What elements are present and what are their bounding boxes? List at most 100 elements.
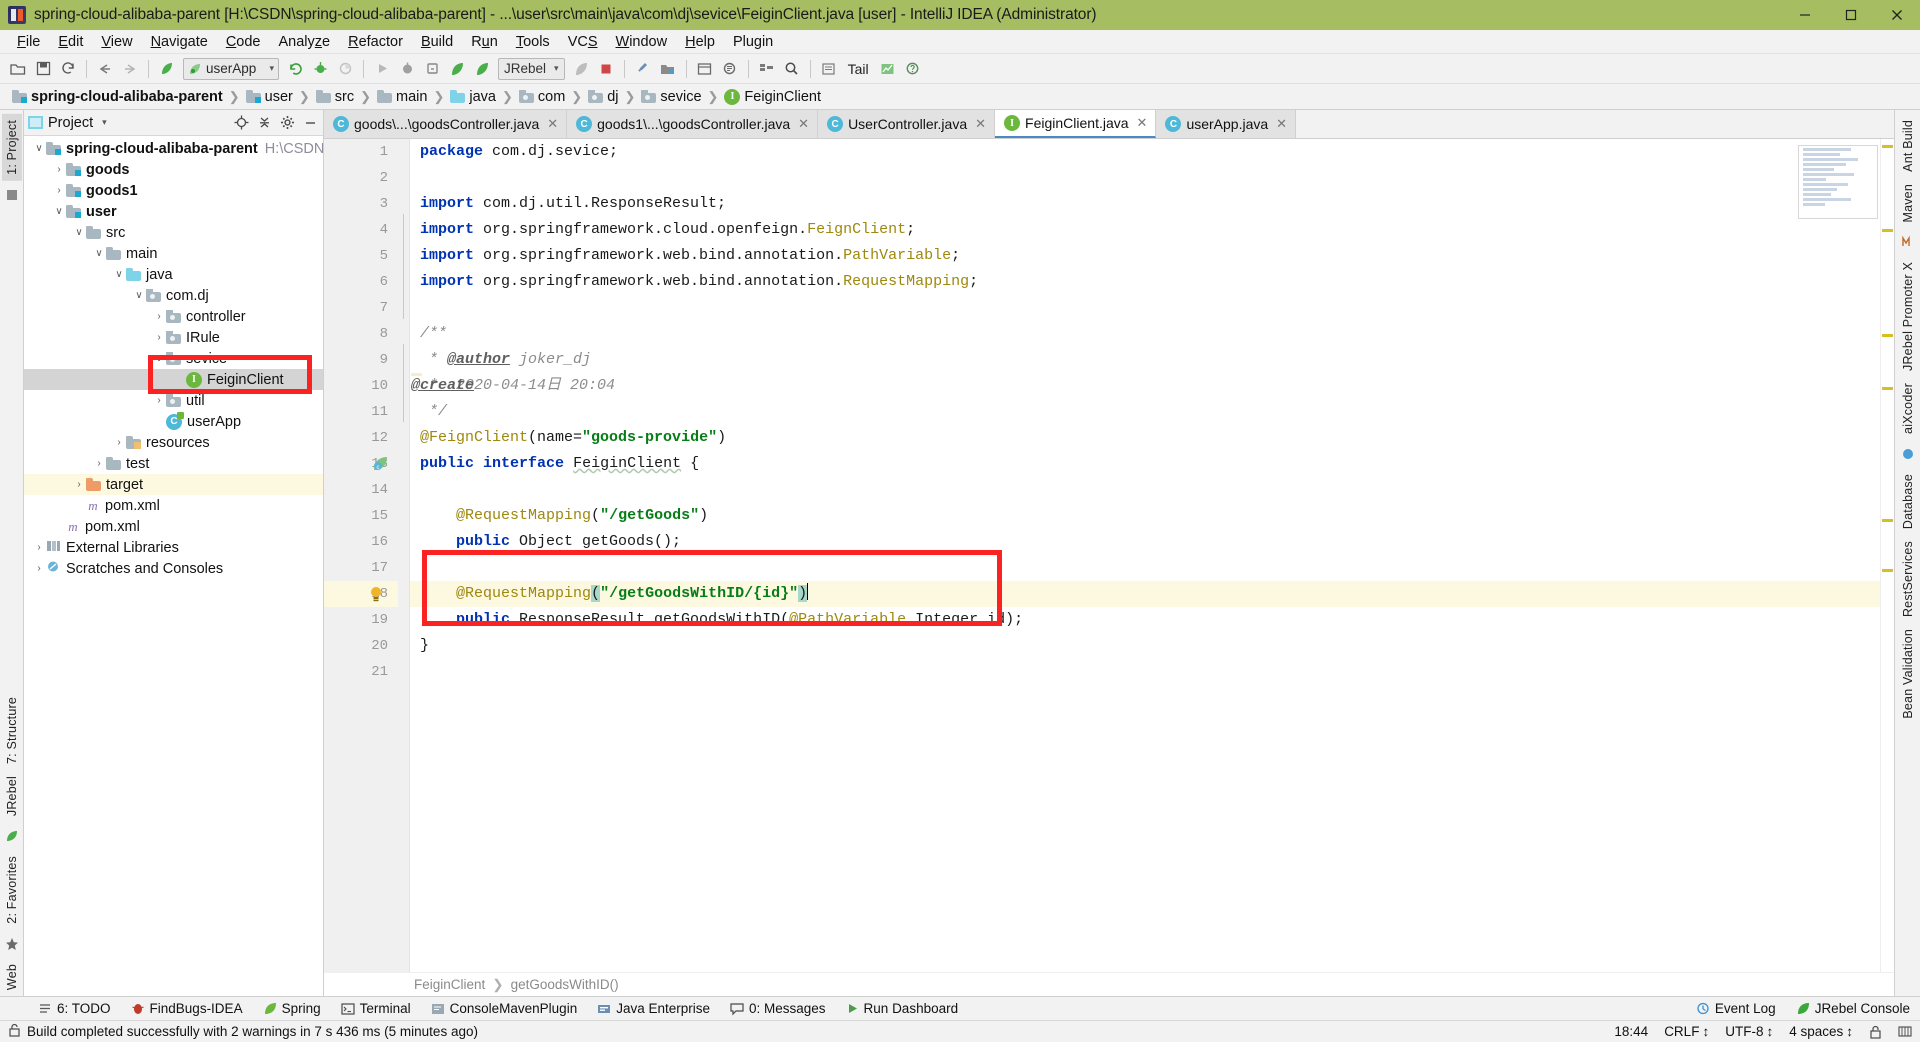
code-line-19[interactable]: public ResponseResult getGoodsWithID(@Pa… [410,607,1880,633]
tree-expand-arrow[interactable]: › [32,542,46,553]
gutter-line-9[interactable]: 9 [324,347,398,373]
menu-navigate[interactable]: Navigate [142,32,217,52]
code-line-18[interactable]: @RequestMapping("/getGoodsWithID/{id}") [410,581,1880,607]
tree-expand-arrow[interactable]: › [72,479,86,490]
commit-icon[interactable] [4,187,20,203]
gutter-line-14[interactable]: 14 [324,477,398,503]
marker-warning-2[interactable] [1882,229,1893,232]
sidebar-item-jrebel[interactable]: JRebel [2,770,22,822]
tree-expand-arrow[interactable]: › [32,563,46,574]
menu-tools[interactable]: Tools [507,32,559,52]
tree-node-java[interactable]: ∨ java [24,264,323,285]
breadcrumb-item-main[interactable]: main [373,88,431,106]
save-all-icon[interactable] [31,57,55,81]
debug-icon[interactable] [308,57,332,81]
breadcrumb-item-project[interactable]: spring-cloud-alibaba-parent [8,88,227,106]
tree-expand-arrow[interactable]: › [52,164,66,175]
gutter-line-4[interactable]: 4 [324,217,398,243]
editor-viewport[interactable]: 123456789101112c131415161718192021 packa… [324,139,1894,972]
minimize-panel-icon[interactable] [301,114,319,132]
tree-expand-arrow[interactable]: › [92,458,106,469]
tree-expand-arrow[interactable]: ∨ [32,143,46,154]
breadcrumb-item-com[interactable]: com [515,88,569,106]
editor-tab-goods-goodscontroller-java[interactable]: Cgoods\...\goodsController.java ✕ [324,110,568,138]
gutter-line-8[interactable]: 8 [324,321,409,347]
editor-tab-userapp-java[interactable]: CuserApp.java ✕ [1156,110,1297,138]
tree-node-user[interactable]: ∨ user [24,201,323,222]
bottom-tool-6-todo[interactable]: 6: TODO [28,999,121,1018]
breadcrumb-item-src[interactable]: src [312,88,358,106]
collapse-all-icon[interactable] [255,114,273,132]
stop-red-icon[interactable] [594,57,618,81]
gutter-line-21[interactable]: 21 [324,659,398,685]
tail-label[interactable]: Tail [842,61,875,77]
tree-node-irule[interactable]: › IRule [24,327,323,348]
breadcrumb-item-dj[interactable]: dj [584,88,622,106]
sidebar-item-database[interactable]: Database [1898,468,1918,535]
chart-icon[interactable] [876,57,900,81]
project-tree[interactable]: ∨ spring-cloud-alibaba-parent H:\CSDN\spri… [24,136,323,996]
status-indent[interactable]: 4 spaces ↕ [1781,1024,1861,1039]
marker-warning-5[interactable] [1882,519,1893,522]
code-line-14[interactable] [410,477,1880,503]
code-line-6[interactable]: import org.springframework.web.bind.anno… [410,269,1880,295]
tree-node-util[interactable]: › util [24,390,323,411]
bottom-tool-terminal[interactable]: Terminal [331,999,421,1018]
menu-view[interactable]: View [92,32,141,52]
sidebar-item-restservices[interactable]: RestServices [1898,535,1918,623]
jrebel-run-icon[interactable] [445,57,469,81]
gutter-line-5[interactable]: 5 [324,243,398,269]
warning-bulb-icon[interactable] [368,586,384,608]
sidebar-item-favorites[interactable]: 2: Favorites [2,850,22,930]
project-structure-icon[interactable] [656,57,680,81]
code-line-21[interactable] [410,659,1880,685]
menu-run[interactable]: Run [462,32,507,52]
close-icon[interactable]: ✕ [975,116,986,132]
coverage-icon[interactable] [333,57,357,81]
error-stripe-markers[interactable] [1880,139,1894,972]
status-encoding[interactable]: UTF-8 ↕ [1717,1024,1781,1039]
breadcrumb-item-feiginclient[interactable]: I FeiginClient [720,88,825,106]
settings-wrench-icon[interactable] [631,57,655,81]
tree-expand-arrow[interactable]: ∨ [112,269,126,280]
tree-expand-arrow[interactable]: › [152,332,166,343]
bottom-tool-consolemavenplugin[interactable]: ConsoleMavenPlugin [421,999,588,1018]
status-unlocked-icon[interactable] [1861,1025,1890,1039]
tree-node-pom-xml[interactable]: m pom.xml [24,495,323,516]
sidebar-item-web[interactable]: Web [2,958,22,996]
jrebel-leaf-small-icon[interactable] [4,828,20,844]
menu-vcs[interactable]: VCS [559,32,607,52]
code-line-15[interactable]: @RequestMapping("/getGoods") [410,503,1880,529]
open-project-icon[interactable] [6,57,30,81]
tree-node-controller[interactable]: › controller [24,306,323,327]
gutter-line-11[interactable]: 11 [324,399,409,425]
code-line-2[interactable] [410,165,1880,191]
tree-expand-arrow[interactable]: ∨ [132,290,146,301]
sidebar-item-structure[interactable]: 7: Structure [2,691,22,770]
help-circle-icon[interactable] [901,57,925,81]
status-line-separator[interactable]: CRLF ↕ [1656,1024,1717,1039]
bottom-tool-jrebel-console[interactable]: JRebel Console [1786,999,1920,1018]
gutter-line-13[interactable]: c13 [324,451,398,477]
maven-m-icon[interactable] [1900,234,1916,250]
jrebel-config-selector[interactable]: JRebel ▾ [498,57,565,80]
code-line-3[interactable]: import com.dj.util.ResponseResult; [410,191,1880,217]
breadcrumb-item-user[interactable]: user [242,88,297,106]
status-memory-icon[interactable] [1890,1025,1920,1038]
code-line-4[interactable]: import org.springframework.cloud.openfei… [410,217,1880,243]
gutter-line-15[interactable]: 15 [324,503,398,529]
menu-build[interactable]: Build [412,32,462,52]
search-icon[interactable] [780,57,804,81]
code-line-17[interactable] [410,555,1880,581]
editor-tab-usercontroller-java[interactable]: C UserController.java ✕ [818,110,996,138]
jrebel-stop-icon[interactable] [569,57,593,81]
breadcrumb-item-java[interactable]: java [446,88,500,106]
stop-process-icon[interactable] [395,57,419,81]
tail-file-icon[interactable] [817,57,841,81]
tree-expand-arrow[interactable]: ∨ [92,248,106,259]
tree-node-main[interactable]: ∨ main [24,243,323,264]
code-line-10[interactable]: * @create 2020-04-14日 20:04 [410,373,1880,399]
code-line-13[interactable]: public interface FeiginClient { [410,451,1880,477]
tree-node-external-libraries[interactable]: › External Libraries [24,537,323,558]
tree-expand-arrow[interactable]: ∨ [72,227,86,238]
